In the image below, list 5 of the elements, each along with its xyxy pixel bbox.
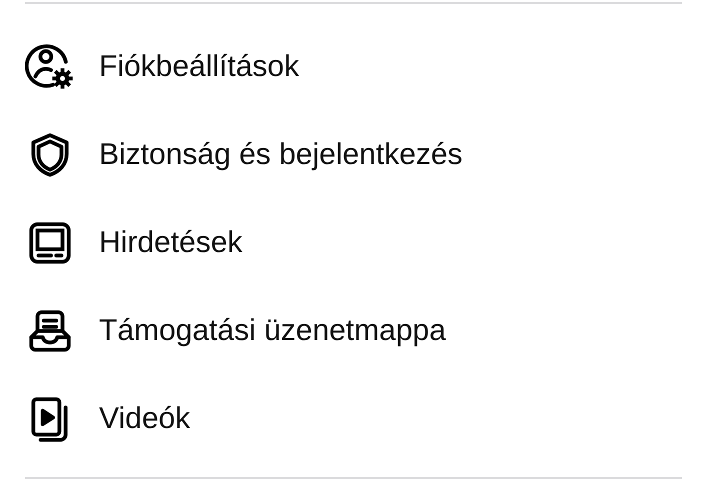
menu-item[interactable]: Hirdetések — [25, 199, 682, 287]
menu-item[interactable]: Támogatási üzenetmappa — [25, 287, 682, 375]
menu-item[interactable]: Biztonság és bejelentkezés — [25, 111, 682, 199]
menu-item[interactable]: Fiókbeállítások — [25, 23, 682, 111]
menu-item[interactable]: Videók — [25, 375, 682, 463]
